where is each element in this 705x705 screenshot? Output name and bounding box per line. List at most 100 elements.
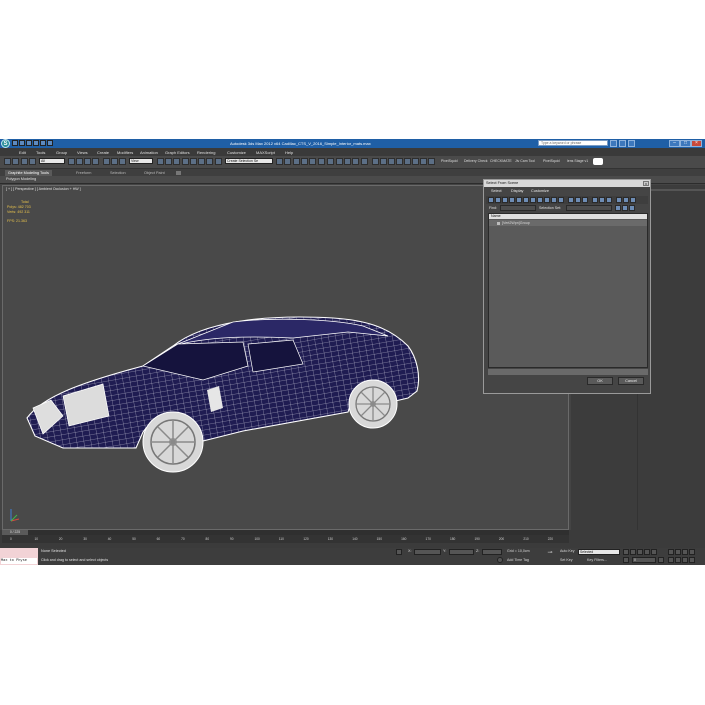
schematic-view-icon[interactable] [318, 158, 325, 165]
mirror-icon[interactable] [276, 158, 283, 165]
zoom-icon[interactable] [668, 549, 674, 555]
select-and-link-icon[interactable] [21, 158, 28, 165]
dialog-close-button[interactable]: x [643, 181, 649, 186]
snaps-toggle-icon[interactable] [182, 158, 189, 165]
menu-tools[interactable]: Tools [36, 150, 45, 155]
menu-create[interactable]: Create [97, 150, 109, 155]
next-frame-icon[interactable] [644, 549, 650, 555]
plugin-icon-4[interactable] [396, 158, 403, 165]
render-setup-icon[interactable] [336, 158, 343, 165]
open-file-icon[interactable] [19, 140, 25, 146]
plugin-pixelsquid-button[interactable]: PixelSquid [441, 159, 458, 163]
help-search-input[interactable]: Type a keyword or phrase [538, 140, 608, 146]
redo-icon[interactable] [40, 140, 46, 146]
select-manipulate-icon[interactable] [165, 158, 172, 165]
undo-toolbar-icon[interactable] [4, 158, 11, 165]
dialog-menu-display[interactable]: Display [511, 189, 523, 193]
graphite-toggle-icon[interactable] [301, 158, 308, 165]
angle-snap-icon[interactable] [190, 158, 197, 165]
maxscript-input[interactable]: Max to Physe [1, 558, 37, 564]
current-frame-field[interactable]: 0 [632, 557, 656, 563]
edit-named-sets-icon[interactable] [215, 158, 222, 165]
key-mode-dropdown[interactable]: Selected [578, 549, 620, 555]
rendered-frame-window-icon[interactable] [344, 158, 351, 165]
plugin-icon-8[interactable] [428, 158, 435, 165]
auto-key-button[interactable]: Auto Key [560, 549, 575, 553]
ok-button[interactable]: OK [587, 377, 613, 385]
zoom-extents-icon[interactable] [682, 549, 688, 555]
list-item[interactable]: [Vert2Wpn]Group [489, 220, 647, 226]
plugin-icon-1[interactable] [372, 158, 379, 165]
menu-animation[interactable]: Animation [140, 150, 158, 155]
z-coord-field[interactable] [482, 549, 502, 555]
display-cameras-icon[interactable] [509, 197, 515, 203]
field-of-view-icon[interactable] [668, 557, 674, 563]
filter-icon[interactable] [616, 197, 622, 203]
sync-selection-icon[interactable] [623, 197, 629, 203]
key-mode-toggle-icon[interactable] [623, 557, 629, 563]
menu-group[interactable]: Group [56, 150, 67, 155]
plugin-lens-stage-button[interactable]: lens Stage v1 [567, 159, 588, 163]
rotate-icon[interactable] [111, 158, 118, 165]
select-none-icon[interactable] [599, 197, 605, 203]
menu-maxscript[interactable]: MAXScript [256, 150, 275, 155]
zoom-all-icon[interactable] [675, 549, 681, 555]
display-all-icon[interactable] [568, 197, 574, 203]
spinner-snap-icon[interactable] [206, 158, 213, 165]
binoculars-icon[interactable] [610, 140, 617, 147]
display-none-icon[interactable] [575, 197, 581, 203]
rectangular-selection-icon[interactable] [84, 158, 91, 165]
render-production-icon[interactable] [352, 158, 359, 165]
menu-customize[interactable]: Customize [227, 150, 246, 155]
scale-icon[interactable] [119, 158, 126, 165]
y-coord-field[interactable] [449, 549, 474, 555]
percent-snap-icon[interactable] [198, 158, 205, 165]
display-groups-icon[interactable] [530, 197, 536, 203]
display-shapes-icon[interactable] [495, 197, 501, 203]
plugin-icon-5[interactable] [404, 158, 411, 165]
add-time-tag[interactable]: Add Time Tag [507, 558, 529, 562]
x-coord-field[interactable] [414, 549, 441, 555]
help-icon[interactable] [628, 140, 635, 147]
select-invert-icon[interactable] [606, 197, 612, 203]
ribbon-panel-label[interactable]: Polygon Modeling [6, 177, 36, 181]
previous-frame-icon[interactable] [630, 549, 636, 555]
plugin-icon-7[interactable] [420, 158, 427, 165]
unlink-icon[interactable] [29, 158, 36, 165]
cancel-button[interactable]: Cancel [618, 377, 644, 385]
maximize-button[interactable]: □ [680, 140, 691, 147]
window-crossing-icon[interactable] [92, 158, 99, 165]
display-xrefs-icon[interactable] [537, 197, 543, 203]
display-containers-icon[interactable] [551, 197, 557, 203]
minimize-button[interactable]: – [669, 140, 680, 147]
ribbon-minimize-icon[interactable] [176, 171, 181, 175]
plugin-delivery-check-button[interactable]: Delivery Check [464, 159, 488, 163]
select-by-name-icon[interactable] [76, 158, 83, 165]
selection-filter-dropdown[interactable]: All [39, 158, 65, 164]
align-icon[interactable] [284, 158, 291, 165]
plugin-jiv-cam-tool-button[interactable]: Jiv Cam Tool [515, 159, 535, 163]
zoom-extents-all-icon[interactable] [689, 549, 695, 555]
remove-set-icon[interactable] [629, 205, 635, 211]
keyboard-shortcut-icon[interactable] [173, 158, 180, 165]
scene-object-list[interactable]: Name [Vert2Wpn]Group [488, 213, 648, 368]
menu-views[interactable]: Views [77, 150, 88, 155]
selection-set-dropdown[interactable] [566, 205, 612, 211]
set-key-button[interactable]: Set Key [560, 558, 573, 562]
menu-modifiers[interactable]: Modifiers [117, 150, 133, 155]
key-icon[interactable]: ⊸ [544, 549, 556, 563]
time-configuration-icon[interactable] [658, 557, 664, 563]
reference-coord-dropdown[interactable]: View [129, 158, 153, 164]
pivot-center-icon[interactable] [157, 158, 164, 165]
plugin-icon-2[interactable] [380, 158, 387, 165]
select-all-icon[interactable] [592, 197, 598, 203]
menu-edit[interactable]: Edit [19, 150, 26, 155]
redo-toolbar-icon[interactable] [12, 158, 19, 165]
go-to-end-icon[interactable] [651, 549, 657, 555]
dialog-menu-customize[interactable]: Customize [531, 189, 549, 193]
go-to-start-icon[interactable] [623, 549, 629, 555]
maxscript-listener[interactable]: Max to Physe [0, 548, 38, 565]
lock-selection-icon[interactable] [396, 549, 402, 555]
column-header-name[interactable]: Name [489, 214, 647, 219]
save-file-icon[interactable] [26, 140, 32, 146]
